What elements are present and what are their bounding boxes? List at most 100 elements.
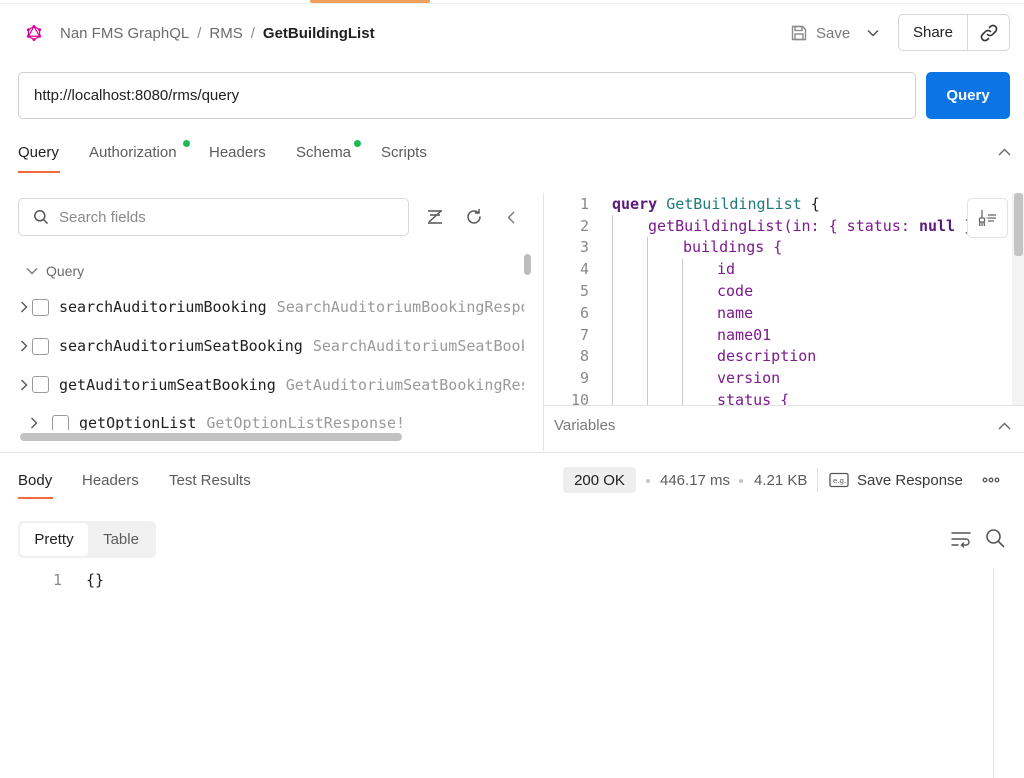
graphql-icon	[26, 25, 42, 41]
breadcrumb: Nan FMS GraphQL / RMS / GetBuildingList	[26, 22, 375, 44]
status-badge[interactable]: 200 OK	[563, 467, 636, 493]
prettify-button[interactable]	[967, 198, 1008, 238]
tab-response-headers[interactable]: Headers	[82, 472, 139, 489]
line-number: 8	[579, 347, 589, 366]
line-number: 1	[579, 194, 589, 213]
list-item[interactable]: searchAuditoriumBooking SearchAuditorium…	[18, 288, 524, 327]
breadcrumb-separator: /	[250, 24, 255, 42]
breadcrumb-collection[interactable]: Nan FMS GraphQL	[60, 25, 189, 42]
response-body[interactable]: 1 {}	[40, 570, 104, 590]
explorer-vertical-scrollbar[interactable]	[524, 254, 531, 275]
chevron-right-icon[interactable]	[20, 379, 28, 391]
tab-headers[interactable]: Headers	[209, 144, 266, 166]
search-fields-box[interactable]	[18, 198, 409, 236]
meta-separator	[739, 479, 743, 483]
code-field: version	[717, 369, 781, 388]
chevron-up-icon	[998, 148, 1011, 156]
explorer-root-query[interactable]: Query	[26, 262, 84, 280]
response-tab-underline	[18, 497, 53, 499]
query-editor[interactable]: 1 query GetBuildingList { 2 getBuildingL…	[544, 193, 1024, 405]
top-divider	[0, 3, 1024, 4]
save-icon	[790, 24, 808, 42]
chevron-left-icon	[507, 211, 515, 224]
url-input[interactable]	[18, 72, 916, 119]
response-time[interactable]: 446.17 ms	[660, 472, 730, 489]
breadcrumb-folder[interactable]: RMS	[209, 25, 242, 42]
field-type: GetOptionListResponse!	[206, 414, 406, 430]
code-line: 4 id	[544, 258, 1024, 280]
request-title[interactable]: GetBuildingList	[263, 25, 375, 42]
chevron-down-icon	[26, 267, 38, 275]
tab-authorization[interactable]: Authorization	[89, 144, 177, 166]
search-fields-input[interactable]	[59, 208, 379, 226]
schema-status-dot	[354, 140, 361, 147]
save-options-button[interactable]	[860, 18, 886, 48]
response-json: {}	[86, 571, 105, 589]
share-button[interactable]: Share	[899, 15, 968, 50]
tab-active-underline	[18, 171, 60, 173]
search-icon	[985, 528, 1006, 549]
field-checkbox[interactable]	[52, 414, 69, 430]
collapse-request-button[interactable]	[998, 148, 1011, 156]
chevron-right-icon[interactable]	[20, 301, 28, 313]
send-query-button[interactable]: Query	[926, 72, 1010, 119]
save-button[interactable]: Save	[786, 18, 854, 48]
view-table-button[interactable]: Table	[88, 523, 154, 556]
field-name: getAuditoriumSeatBooking	[59, 375, 276, 394]
wrap-lines-button[interactable]	[950, 529, 972, 549]
example-icon: e.g.	[829, 472, 849, 488]
view-mode-toggle: Pretty Table	[18, 521, 156, 558]
code-line: 9 version	[544, 367, 1024, 389]
code-field: code	[717, 282, 754, 301]
code-field: getBuildingList	[648, 216, 784, 235]
code-field: status {	[717, 391, 790, 405]
line-number: 7	[579, 325, 589, 344]
collapse-explorer-button[interactable]	[498, 204, 524, 230]
list-item[interactable]: getAuditoriumSeatBooking GetAuditoriumSe…	[18, 365, 524, 404]
code-line: 2 getBuildingList(in: { status: null })	[544, 215, 1024, 237]
copy-link-button[interactable]	[968, 15, 1009, 50]
link-icon	[979, 23, 999, 43]
search-response-button[interactable]	[985, 528, 1006, 549]
tab-response-body[interactable]: Body	[18, 472, 52, 489]
save-response-button[interactable]: e.g. Save Response	[829, 466, 963, 494]
meta-separator	[646, 479, 650, 483]
field-checkbox[interactable]	[32, 298, 49, 316]
authorization-status-dot	[183, 140, 190, 147]
share-group: Share	[898, 14, 1010, 51]
tab-query[interactable]: Query	[18, 144, 59, 166]
chevron-right-icon[interactable]	[20, 340, 28, 352]
refresh-button[interactable]	[461, 204, 487, 230]
field-type: SearchAuditoriumBookingResponse!	[276, 298, 524, 317]
explorer-horizontal-scrollbar[interactable]	[20, 433, 402, 441]
code-line: 7 name01	[544, 324, 1024, 346]
more-options-button[interactable]	[980, 470, 1002, 490]
field-checkbox[interactable]	[32, 376, 49, 394]
editor-vertical-scrollbar[interactable]	[1014, 193, 1023, 256]
line-number: 6	[579, 303, 589, 322]
code-keyword: null	[918, 216, 956, 235]
wrap-icon	[950, 529, 972, 549]
expand-variables-button[interactable]	[998, 422, 1011, 430]
line-number: 2	[579, 216, 589, 235]
tab-scripts[interactable]: Scripts	[381, 144, 427, 166]
tab-test-results[interactable]: Test Results	[169, 472, 251, 489]
response-scrollbar[interactable]	[993, 568, 994, 778]
code-line: 8 description	[544, 346, 1024, 368]
variables-label[interactable]: Variables	[554, 417, 615, 434]
list-item[interactable]: searchAuditoriumSeatBooking SearchAudito…	[18, 327, 524, 366]
code-field: buildings {	[683, 238, 783, 257]
more-horizontal-icon	[982, 477, 1000, 483]
save-label: Save	[816, 24, 851, 42]
save-response-label: Save Response	[857, 471, 963, 489]
field-checkbox[interactable]	[32, 337, 49, 355]
tab-schema[interactable]: Schema	[296, 144, 351, 166]
list-item[interactable]: getOptionList GetOptionListResponse!	[18, 404, 524, 430]
field-type: GetAuditoriumSeatBookingResponse!	[285, 375, 524, 394]
response-size[interactable]: 4.21 KB	[754, 472, 807, 489]
line-number: 4	[579, 260, 589, 279]
response-divider[interactable]	[0, 452, 1024, 453]
filter-button[interactable]	[422, 204, 448, 230]
view-pretty-button[interactable]: Pretty	[20, 523, 88, 556]
chevron-right-icon[interactable]	[20, 417, 48, 429]
